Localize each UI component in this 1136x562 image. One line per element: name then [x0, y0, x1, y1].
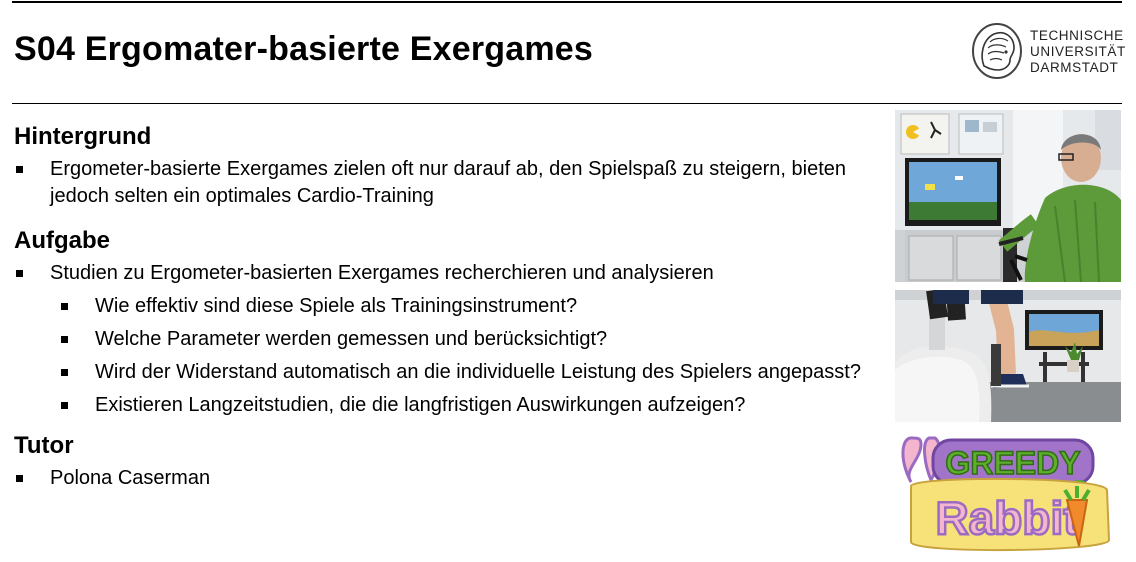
game-logo-greedy: GREEDY	[945, 445, 1080, 481]
header-rule	[12, 103, 1122, 104]
top-rule	[12, 1, 1122, 3]
list-item: Studien zu Ergometer-basierten Exergames…	[14, 260, 874, 419]
section-heading: Aufgabe	[14, 227, 110, 254]
list-item: Ergometer-basierte Exergames zielen oft …	[14, 156, 874, 210]
section-heading: Tutor	[14, 432, 74, 459]
logo-line: UNIVERSITÄT	[1030, 44, 1126, 59]
university-logo: TECHNISCHE UNIVERSITÄT DARMSTADT	[968, 22, 1128, 82]
section-hintergrund: Hintergrund Ergometer-basierte Exergames…	[14, 122, 874, 210]
sub-list-item: Existieren Langzeitstudien, die die lang…	[50, 392, 874, 419]
list-item: Polona Caserman	[14, 465, 874, 492]
ergometer-legs-photo-image	[895, 290, 1121, 422]
bullet-list: Studien zu Ergometer-basierten Exergames…	[14, 260, 874, 419]
sub-list-item: Wie effektiv sind diese Spiele als Train…	[50, 293, 874, 320]
list-item-text: Studien zu Ergometer-basierten Exergames…	[50, 262, 714, 284]
section-tutor: Tutor Polona Caserman	[14, 431, 874, 492]
university-name: TECHNISCHE UNIVERSITÄT DARMSTADT	[1030, 28, 1126, 76]
section-aufgabe: Aufgabe Studien zu Ergometer-basierten E…	[14, 226, 874, 419]
bullet-list: Ergometer-basierte Exergames zielen oft …	[14, 156, 874, 210]
greedy-rabbit-logo-image: GREEDY Rabbit	[901, 436, 1111, 552]
game-logo-rabbit: Rabbit	[935, 492, 1078, 544]
ergometer-photo-image	[895, 110, 1121, 282]
sub-list-item: Wird der Widerstand automatisch an die i…	[50, 359, 874, 386]
slide-content: Hintergrund Ergometer-basierte Exergames…	[14, 122, 874, 492]
section-heading: Hintergrund	[14, 123, 152, 150]
bullet-list: Polona Caserman	[14, 465, 874, 492]
sub-list-item: Welche Parameter werden gemessen und ber…	[50, 326, 874, 353]
sub-bullet-list: Wie effektiv sind diese Spiele als Train…	[50, 293, 874, 419]
logo-line: DARMSTADT	[1030, 60, 1119, 75]
logo-line: TECHNISCHE	[1030, 28, 1124, 43]
page-title: S04 Ergomater-basierte Exergames	[14, 30, 594, 68]
athena-seal-icon	[972, 23, 1022, 79]
